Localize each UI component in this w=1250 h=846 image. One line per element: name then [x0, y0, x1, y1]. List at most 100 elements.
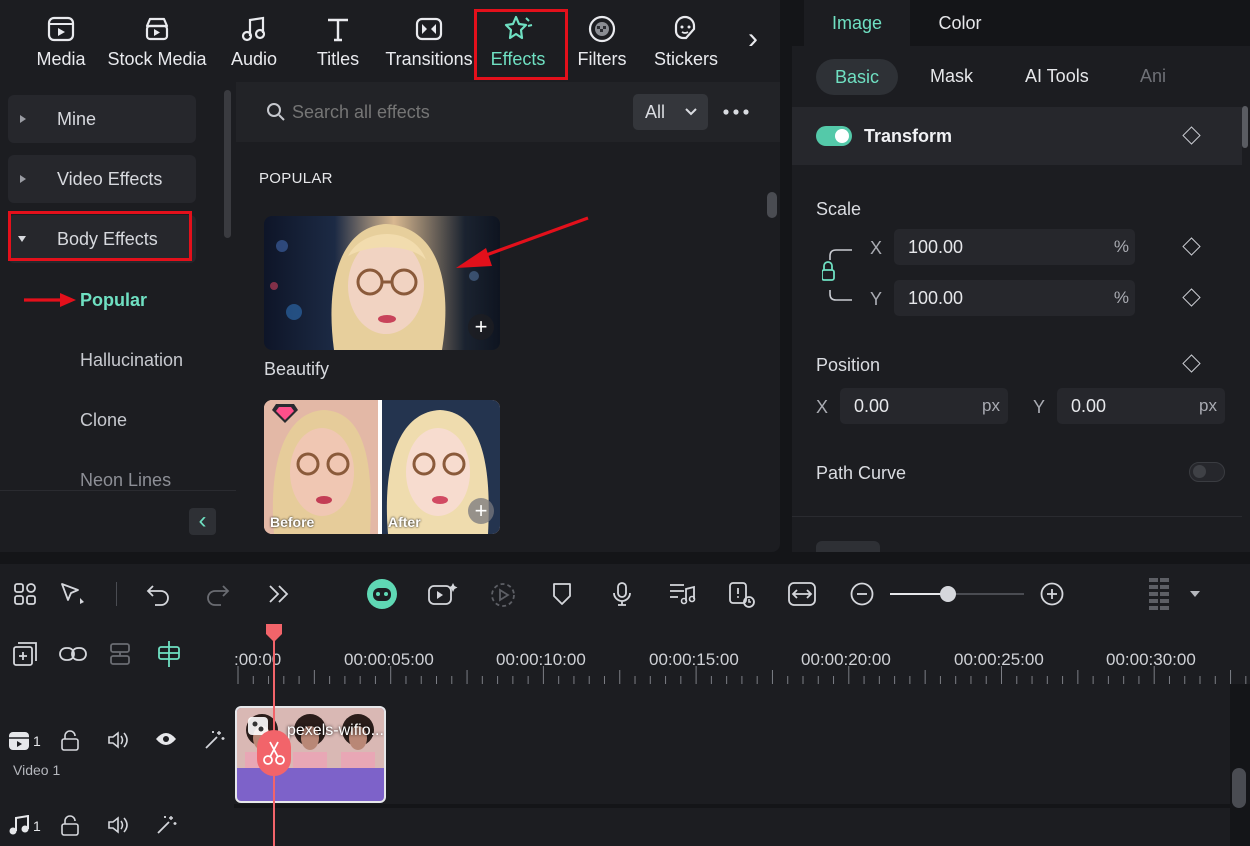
chevron-down-icon: [685, 108, 697, 116]
track-volume-icon[interactable]: [107, 815, 129, 835]
tab-label: Filters: [577, 49, 627, 69]
track-volume-icon[interactable]: [107, 730, 129, 750]
divider: [792, 516, 1242, 517]
playhead-handle-icon[interactable]: [264, 624, 284, 642]
render-preview-icon[interactable]: [728, 581, 756, 609]
tab-audio[interactable]: Audio: [222, 0, 286, 82]
undo-icon[interactable]: [146, 582, 170, 606]
properties-scrollbar[interactable]: [1242, 106, 1248, 148]
select-cursor-icon[interactable]: [60, 582, 86, 606]
expand-arrow-icon: [20, 175, 26, 183]
tab-transitions[interactable]: Transitions: [384, 0, 474, 82]
search-icon: [266, 102, 286, 122]
snap-magnet-icon[interactable]: [156, 640, 182, 668]
timeline-tracks: [0, 684, 1250, 846]
redo-icon[interactable]: [206, 582, 230, 606]
collapse-panel-button[interactable]: ‹: [189, 508, 216, 535]
track-lock-icon[interactable]: [60, 815, 80, 837]
subcategory-neon-lines[interactable]: Neon Lines: [80, 470, 171, 491]
tab-media[interactable]: Media: [28, 0, 94, 82]
category-body-effects[interactable]: Body Effects: [8, 215, 196, 263]
group-clip-icon[interactable]: [107, 641, 133, 667]
ruler-label: 00:00:05:00: [344, 650, 434, 669]
subtab-mask[interactable]: Mask: [930, 66, 973, 87]
tab-image[interactable]: Image: [804, 0, 910, 46]
layout-grid-icon[interactable]: [14, 583, 36, 605]
zoom-in-icon[interactable]: [1040, 582, 1064, 606]
marker-shield-icon[interactable]: [552, 582, 572, 606]
dropdown-arrow-icon[interactable]: [1190, 591, 1200, 597]
track-ai-wand-icon[interactable]: [155, 814, 177, 836]
keyframe-diamond-icon[interactable]: [1182, 288, 1201, 307]
tab-effects[interactable]: Effects: [480, 0, 556, 82]
track-height-icon[interactable]: [1148, 576, 1170, 612]
microphone-icon[interactable]: [612, 581, 632, 607]
video-track-name: Video 1: [13, 762, 61, 778]
zoom-slider-fill: [890, 593, 948, 595]
track-visibility-eye-icon[interactable]: [155, 731, 177, 747]
category-label: Video Effects: [57, 168, 163, 189]
zoom-slider-track[interactable]: [890, 586, 1024, 602]
add-effect-button[interactable]: +: [468, 314, 494, 340]
video-track-number: 1: [33, 733, 41, 749]
auto-sync-icon[interactable]: [490, 582, 516, 608]
track-lock-icon[interactable]: [60, 730, 80, 752]
scale-y-axis-label: Y: [870, 289, 883, 309]
audio-list-icon[interactable]: [668, 581, 696, 607]
filter-value: All: [645, 101, 666, 122]
fast-forward-icon[interactable]: [268, 584, 290, 604]
tab-stock-media[interactable]: Stock Media: [104, 0, 210, 82]
add-track-icon[interactable]: [13, 642, 37, 666]
zoom-slider-knob[interactable]: [939, 586, 956, 602]
fit-timeline-icon[interactable]: [788, 582, 816, 606]
subcategory-popular[interactable]: Popular: [80, 290, 147, 311]
ai-edit-icon[interactable]: [428, 581, 458, 607]
annotation-arrow-icon: [456, 216, 589, 268]
zoom-out-icon[interactable]: [850, 582, 874, 606]
subtab-ai-tools[interactable]: AI Tools: [1025, 66, 1089, 87]
vertical-scrollbar[interactable]: [1232, 768, 1246, 808]
tab-label: Stickers: [653, 49, 718, 69]
subtab-basic[interactable]: Basic: [816, 59, 898, 95]
transform-toggle[interactable]: [816, 126, 852, 146]
toolbar-more-button[interactable]: ›: [748, 22, 758, 56]
tab-label: Transitions: [385, 49, 473, 69]
keyframe-diamond-icon[interactable]: [1182, 237, 1201, 256]
tab-filters[interactable]: Filters: [570, 0, 634, 82]
search-input[interactable]: [292, 96, 612, 128]
split-clip-button[interactable]: [257, 730, 291, 776]
scale-label: Scale: [816, 199, 862, 219]
effects-scrollbar[interactable]: [767, 192, 777, 218]
category-mine[interactable]: Mine: [8, 95, 196, 143]
scale-y-field[interactable]: 100.00 %: [894, 280, 1135, 316]
divider: [0, 490, 236, 491]
ai-assistant-icon[interactable]: [366, 578, 398, 610]
position-label: Position: [816, 355, 881, 375]
subtab-animation[interactable]: Ani: [1140, 66, 1166, 87]
path-curve-toggle[interactable]: [1189, 462, 1225, 482]
media-toolbar: Media Stock Media Audio Titles Transitio…: [0, 0, 780, 82]
scale-x-field[interactable]: 100.00 %: [894, 229, 1135, 265]
subcategory-hallucination[interactable]: Hallucination: [80, 350, 183, 371]
position-y-field[interactable]: 0.00 px: [1057, 388, 1225, 424]
category-video-effects[interactable]: Video Effects: [8, 155, 196, 203]
tab-titles[interactable]: Titles: [306, 0, 370, 82]
subcategory-clone[interactable]: Clone: [80, 410, 127, 431]
tree-scrollbar[interactable]: [224, 90, 231, 238]
scissors-icon: [263, 741, 285, 765]
add-effect-button[interactable]: +: [468, 498, 494, 524]
position-x-field[interactable]: 0.00 px: [840, 388, 1008, 424]
keyframe-diamond-icon[interactable]: [1182, 354, 1201, 373]
filter-dropdown[interactable]: All: [633, 94, 708, 130]
track-ai-wand-icon[interactable]: [203, 729, 225, 751]
scale-link-lock-icon[interactable]: [822, 246, 854, 304]
position-x-value: 0.00: [854, 395, 890, 416]
more-options-button[interactable]: [722, 100, 750, 124]
scale-x-value: 100.00: [908, 236, 964, 257]
tab-color[interactable]: Color: [910, 0, 1010, 46]
scale-y-unit: %: [1113, 288, 1129, 307]
tab-stickers[interactable]: Stickers: [650, 0, 722, 82]
effect-thumbnail-before-after[interactable]: Before After +: [264, 400, 500, 534]
link-icon[interactable]: [59, 643, 87, 665]
next-section-button[interactable]: [816, 541, 880, 552]
